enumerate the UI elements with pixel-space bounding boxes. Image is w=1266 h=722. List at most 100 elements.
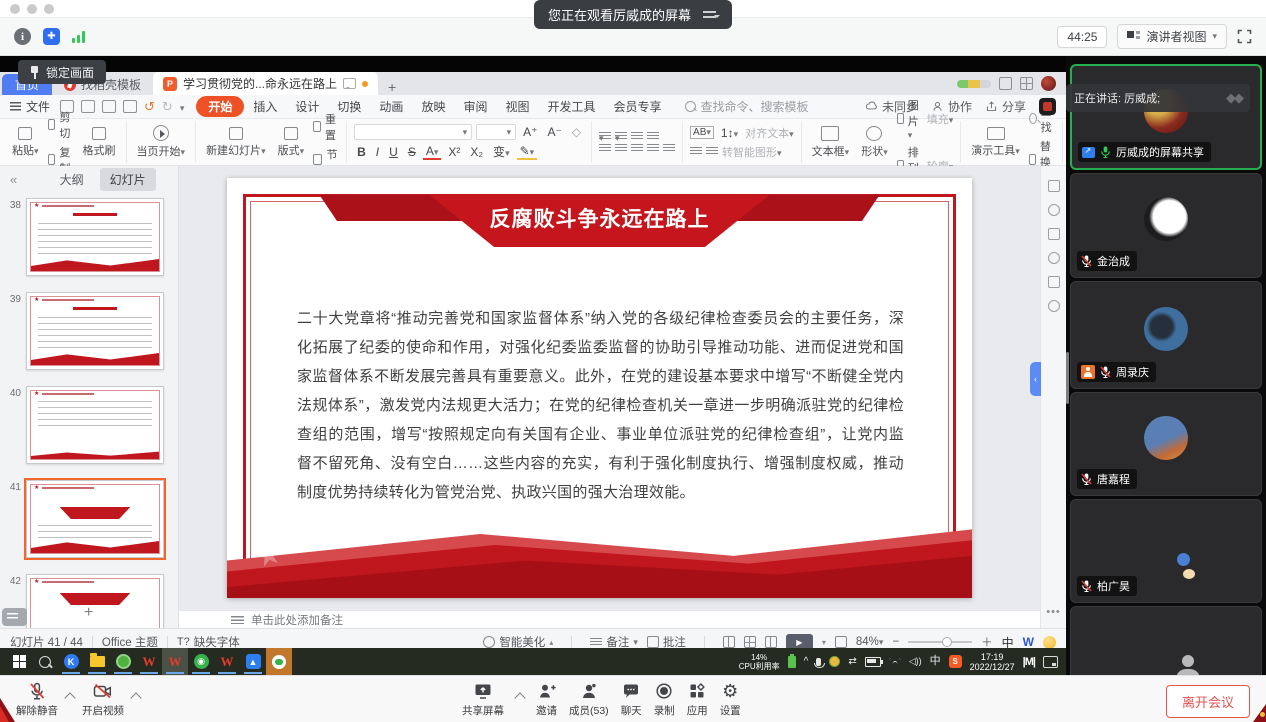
- start-video-button[interactable]: 开启视频: [82, 681, 124, 718]
- participant-tile[interactable]: 柏广昊: [1070, 499, 1262, 603]
- cpu-meter[interactable]: 14% CPU利用率: [739, 653, 780, 671]
- account-avatar[interactable]: [1041, 76, 1056, 91]
- minimize-window-button[interactable]: [27, 4, 37, 14]
- leave-meeting-button[interactable]: 离开会议: [1166, 685, 1250, 718]
- highlight-button[interactable]: ✎: [517, 144, 538, 160]
- tray-volume-icon[interactable]: ◁)): [909, 656, 922, 667]
- rail-properties-icon[interactable]: [1048, 180, 1060, 192]
- tab-document-active[interactable]: 学习贯彻党的...命永远在路上: [153, 72, 378, 95]
- slide-thumbnail-38[interactable]: 38 ★: [5, 198, 178, 276]
- font-family-select[interactable]: [354, 124, 472, 140]
- reading-view-icon[interactable]: [765, 636, 777, 648]
- slide-41[interactable]: 反腐败斗争永远在路上 二十大党章将“推动完善党和国家监督体系”纳入党的各级纪律检…: [227, 178, 972, 598]
- print-preview-icon[interactable]: [123, 100, 137, 113]
- battery-widget-icon[interactable]: [788, 656, 796, 668]
- panel-options-icon[interactable]: [2, 608, 27, 626]
- redo-icon[interactable]: ↻: [162, 100, 173, 113]
- italic-button[interactable]: I: [373, 145, 382, 159]
- slides-tab[interactable]: 幻灯片: [100, 168, 156, 191]
- menu-item-review[interactable]: 审阅: [454, 96, 496, 117]
- rail-animation-icon[interactable]: [1048, 228, 1060, 240]
- participant-tile-partial[interactable]: [1070, 606, 1262, 675]
- invite-button[interactable]: 邀请: [536, 681, 557, 718]
- sogou-input-icon[interactable]: S: [949, 655, 962, 668]
- slide-canvas[interactable]: 反腐败斗争永远在路上 二十大党章将“推动完善党和国家监督体系”纳入党的各级纪律检…: [179, 166, 1040, 610]
- rail-comment-icon[interactable]: [1048, 252, 1060, 264]
- shapes-button[interactable]: 形状: [855, 126, 894, 159]
- participant-tile[interactable]: 唐嘉程: [1070, 392, 1262, 496]
- line-spacing-button[interactable]: 1↕: [718, 126, 741, 140]
- paste-button[interactable]: 粘贴: [6, 127, 45, 158]
- cut-button[interactable]: 剪切: [45, 109, 77, 141]
- spacing-before-button[interactable]: [690, 147, 702, 156]
- unmute-button[interactable]: 解除静音: [16, 681, 58, 718]
- members-button[interactable]: 成员(53): [569, 681, 609, 718]
- taskbar-app-meeting[interactable]: [266, 648, 292, 675]
- taskbar-app-explorer[interactable]: [84, 648, 110, 675]
- rail-resource-icon[interactable]: [1048, 300, 1060, 312]
- export-icon[interactable]: [81, 100, 95, 113]
- command-search[interactable]: 查找命令、搜索模板: [685, 98, 809, 115]
- menu-item-insert[interactable]: 插入: [244, 96, 286, 117]
- spacing-after-button[interactable]: [706, 147, 718, 156]
- picture-button[interactable]: 图片: [908, 97, 923, 141]
- bullet-list-button[interactable]: [599, 132, 611, 141]
- notes-bar[interactable]: 单击此处添加备注: [179, 610, 1040, 628]
- banner-menu-icon[interactable]: [703, 10, 718, 20]
- taskbar-app-wps-active[interactable]: W: [162, 648, 188, 675]
- tray-monitor-icon[interactable]: [1043, 656, 1058, 668]
- format-painter-button[interactable]: 格式刷: [77, 127, 122, 158]
- sidebar-scrollbar[interactable]: [1066, 352, 1069, 404]
- taskbar-app-kugou[interactable]: K: [58, 648, 84, 675]
- to-smartart-button[interactable]: 转智能图形: [722, 144, 782, 160]
- increase-indent-button[interactable]: [647, 132, 659, 141]
- text-box-button[interactable]: 文本框: [806, 126, 856, 159]
- menu-item-slideshow[interactable]: 放映: [412, 96, 454, 117]
- zoom-window-button[interactable]: [44, 4, 54, 14]
- slide-thumbnail-39[interactable]: 39 ★: [5, 292, 178, 370]
- network-signal-icon[interactable]: [72, 31, 85, 43]
- title-banner[interactable]: 反腐败斗争永远在路上: [320, 195, 880, 251]
- fit-slide-icon[interactable]: [835, 636, 847, 648]
- participant-tile[interactable]: 周录庆: [1070, 281, 1262, 389]
- rail-help-icon[interactable]: [1048, 204, 1060, 216]
- participant-tile-sharing[interactable]: 厉威成的屏幕共享: [1070, 64, 1262, 170]
- new-slide-button[interactable]: 新建幻灯片: [200, 127, 272, 158]
- meeting-info-icon[interactable]: i: [14, 28, 31, 45]
- clear-format-button[interactable]: ◇: [569, 125, 584, 139]
- align-center-button[interactable]: [615, 144, 627, 153]
- rail-chart-icon[interactable]: [1048, 276, 1060, 288]
- underline-button[interactable]: U: [386, 145, 401, 159]
- tray-clock[interactable]: 17:19 2022/12/27: [970, 652, 1015, 672]
- font-color-button[interactable]: A: [423, 144, 442, 160]
- menu-item-home[interactable]: 开始: [196, 96, 244, 117]
- taskbar-app-camera[interactable]: ◉: [188, 648, 214, 675]
- slide-thumbnail-40[interactable]: 40 ★: [5, 386, 178, 464]
- undo-icon[interactable]: ↺: [144, 100, 155, 113]
- slide-layout-button[interactable]: 版式: [272, 127, 311, 158]
- print-icon[interactable]: [102, 100, 116, 113]
- menu-item-animation[interactable]: 动画: [370, 96, 412, 117]
- quick-access-dropdown[interactable]: [180, 100, 185, 114]
- menu-item-view[interactable]: 视图: [496, 96, 538, 117]
- add-slide-button[interactable]: +: [84, 604, 93, 622]
- subscript-button[interactable]: X₂: [467, 145, 486, 159]
- font-size-select[interactable]: [476, 124, 516, 140]
- chat-button[interactable]: 聊天: [621, 681, 642, 718]
- taskbar-app-wps-1[interactable]: W: [136, 648, 162, 675]
- slide-body-text[interactable]: 二十大党章将“推动完善党和国家监督体系”纳入党的各级纪律检查委员会的主要任务，深…: [297, 304, 904, 507]
- user-avatar[interactable]: [1039, 98, 1056, 115]
- superscript-button[interactable]: X²: [445, 145, 463, 159]
- strikethrough-button[interactable]: S: [405, 145, 419, 159]
- text-direction-button[interactable]: AB: [690, 126, 714, 139]
- unmute-options-chevron[interactable]: [64, 692, 75, 703]
- bold-button[interactable]: B: [354, 145, 369, 159]
- security-shield-icon[interactable]: ✚: [43, 28, 60, 45]
- wps-assistant-icon[interactable]: W: [1023, 635, 1034, 649]
- start-button[interactable]: [6, 648, 32, 675]
- decrease-indent-button[interactable]: [631, 132, 643, 141]
- align-left-button[interactable]: [599, 144, 611, 153]
- play-from-current-button[interactable]: 当页开始: [131, 125, 192, 159]
- taskbar-app-browser[interactable]: [110, 648, 136, 675]
- tray-coin-icon[interactable]: [829, 656, 840, 667]
